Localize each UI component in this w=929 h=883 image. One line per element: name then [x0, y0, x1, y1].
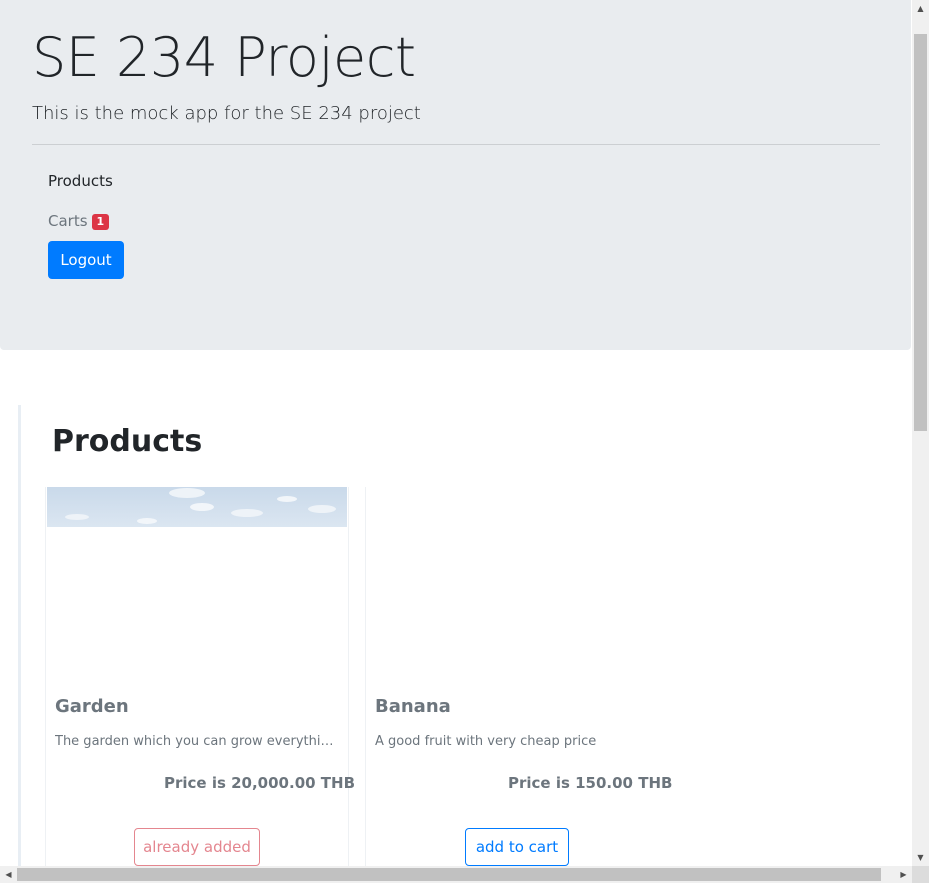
scroll-right-arrow-icon[interactable]: ▶ — [895, 866, 912, 883]
content-border — [18, 405, 21, 866]
product-image — [47, 487, 347, 527]
sky-image — [47, 487, 347, 527]
nav-carts-link[interactable]: Carts 1 — [48, 211, 110, 231]
horizontal-scroll-thumb[interactable] — [17, 868, 881, 881]
product-name: Garden — [55, 696, 129, 717]
scrollbar-corner — [912, 866, 929, 883]
scroll-left-arrow-icon[interactable]: ◀ — [0, 866, 17, 883]
page-title: SE 234 Project — [32, 26, 416, 89]
products-heading: Products — [52, 424, 203, 459]
product-card: Garden The garden which you can grow eve… — [46, 487, 355, 866]
add-to-cart-button[interactable]: add to cart — [465, 828, 569, 866]
vertical-scrollbar[interactable]: ▲ ▼ — [912, 0, 929, 866]
nav-products-link[interactable]: Products — [48, 171, 113, 191]
jumbotron: SE 234 Project This is the mock app for … — [0, 0, 911, 350]
scroll-down-arrow-icon[interactable]: ▼ — [912, 849, 929, 866]
scroll-up-arrow-icon[interactable]: ▲ — [912, 0, 929, 17]
product-name: Banana — [375, 696, 451, 717]
product-description: The garden which you can grow everything… — [55, 734, 339, 749]
product-description: A good fruit with very cheap price — [375, 734, 597, 749]
horizontal-scrollbar[interactable]: ◀ ▶ — [0, 866, 912, 883]
logout-button[interactable]: Logout — [48, 241, 124, 279]
divider — [32, 144, 880, 145]
product-card: Banana A good fruit with very cheap pric… — [366, 487, 672, 866]
vertical-scroll-thumb[interactable] — [914, 34, 927, 431]
nav-carts-label: Carts — [48, 212, 88, 230]
page: SE 234 Project This is the mock app for … — [0, 0, 912, 866]
cart-count-badge: 1 — [91, 214, 110, 230]
already-added-button[interactable]: already added — [134, 828, 260, 866]
product-price: Price is 150.00 THB — [508, 774, 673, 792]
product-price: Price is 20,000.00 THB — [164, 774, 356, 792]
page-subtitle: This is the mock app for the SE 234 proj… — [32, 103, 421, 124]
